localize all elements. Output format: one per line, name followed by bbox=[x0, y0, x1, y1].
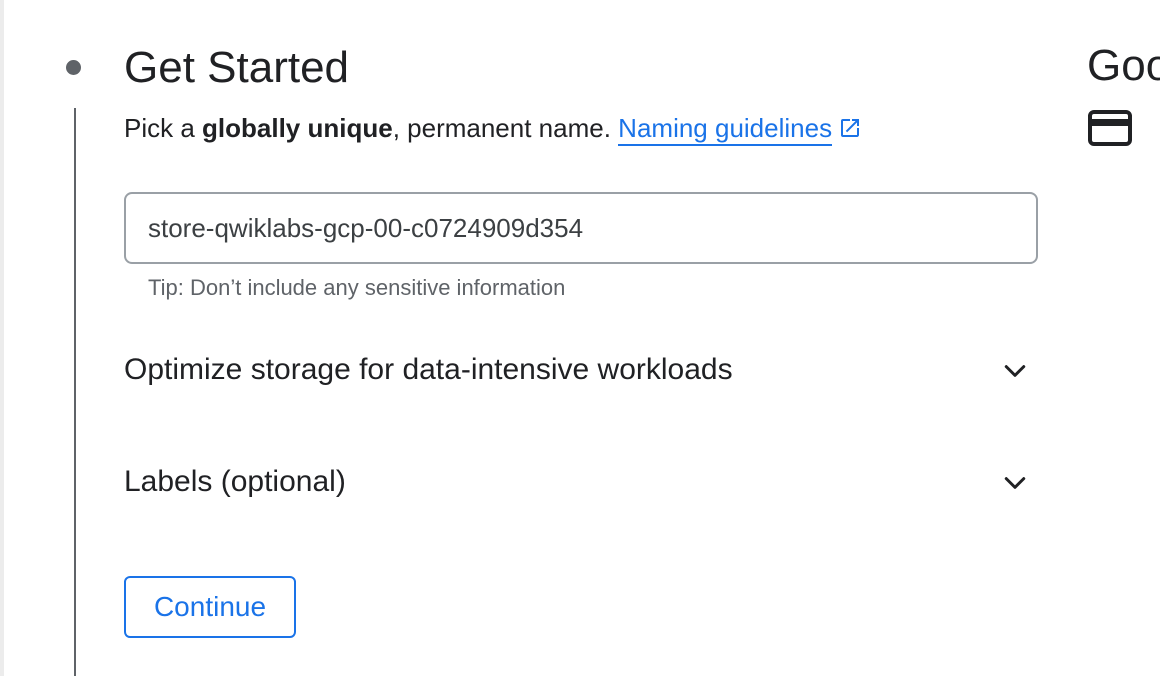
create-bucket-page: Get Started Pick a globally unique, perm… bbox=[0, 0, 1160, 676]
bucket-name-tip: Tip: Don’t include any sensitive informa… bbox=[148, 275, 566, 300]
bucket-name-field bbox=[124, 192, 1038, 264]
chevron-down-icon[interactable] bbox=[1000, 468, 1030, 498]
side-panel-heading: Goo bbox=[1087, 41, 1160, 90]
optimize-storage-label: Optimize storage for data-intensive work… bbox=[124, 353, 733, 386]
optimize-storage-expander[interactable]: Optimize storage for data-intensive work… bbox=[124, 346, 1038, 394]
continue-button[interactable]: Continue bbox=[124, 576, 296, 638]
chevron-down-icon[interactable] bbox=[1000, 356, 1030, 386]
step-indicator-dot bbox=[66, 60, 81, 75]
naming-guidelines-link[interactable]: Naming guidelines bbox=[618, 113, 833, 146]
open-in-new-icon[interactable] bbox=[838, 116, 862, 140]
naming-helper-text: Pick a globally unique, permanent name. … bbox=[124, 112, 862, 146]
helper-suffix: , permanent name. bbox=[392, 113, 619, 143]
step-connector-line bbox=[74, 108, 76, 676]
helper-prefix: Pick a bbox=[124, 113, 203, 143]
labels-expander[interactable]: Labels (optional) bbox=[124, 458, 1038, 506]
labels-section-label: Labels (optional) bbox=[124, 465, 346, 498]
step-title: Get Started bbox=[124, 43, 350, 92]
panel-divider bbox=[0, 0, 4, 676]
bucket-name-input[interactable] bbox=[126, 194, 1018, 262]
credit-card-icon bbox=[1088, 110, 1132, 146]
helper-bold-text: globally unique bbox=[202, 113, 393, 143]
